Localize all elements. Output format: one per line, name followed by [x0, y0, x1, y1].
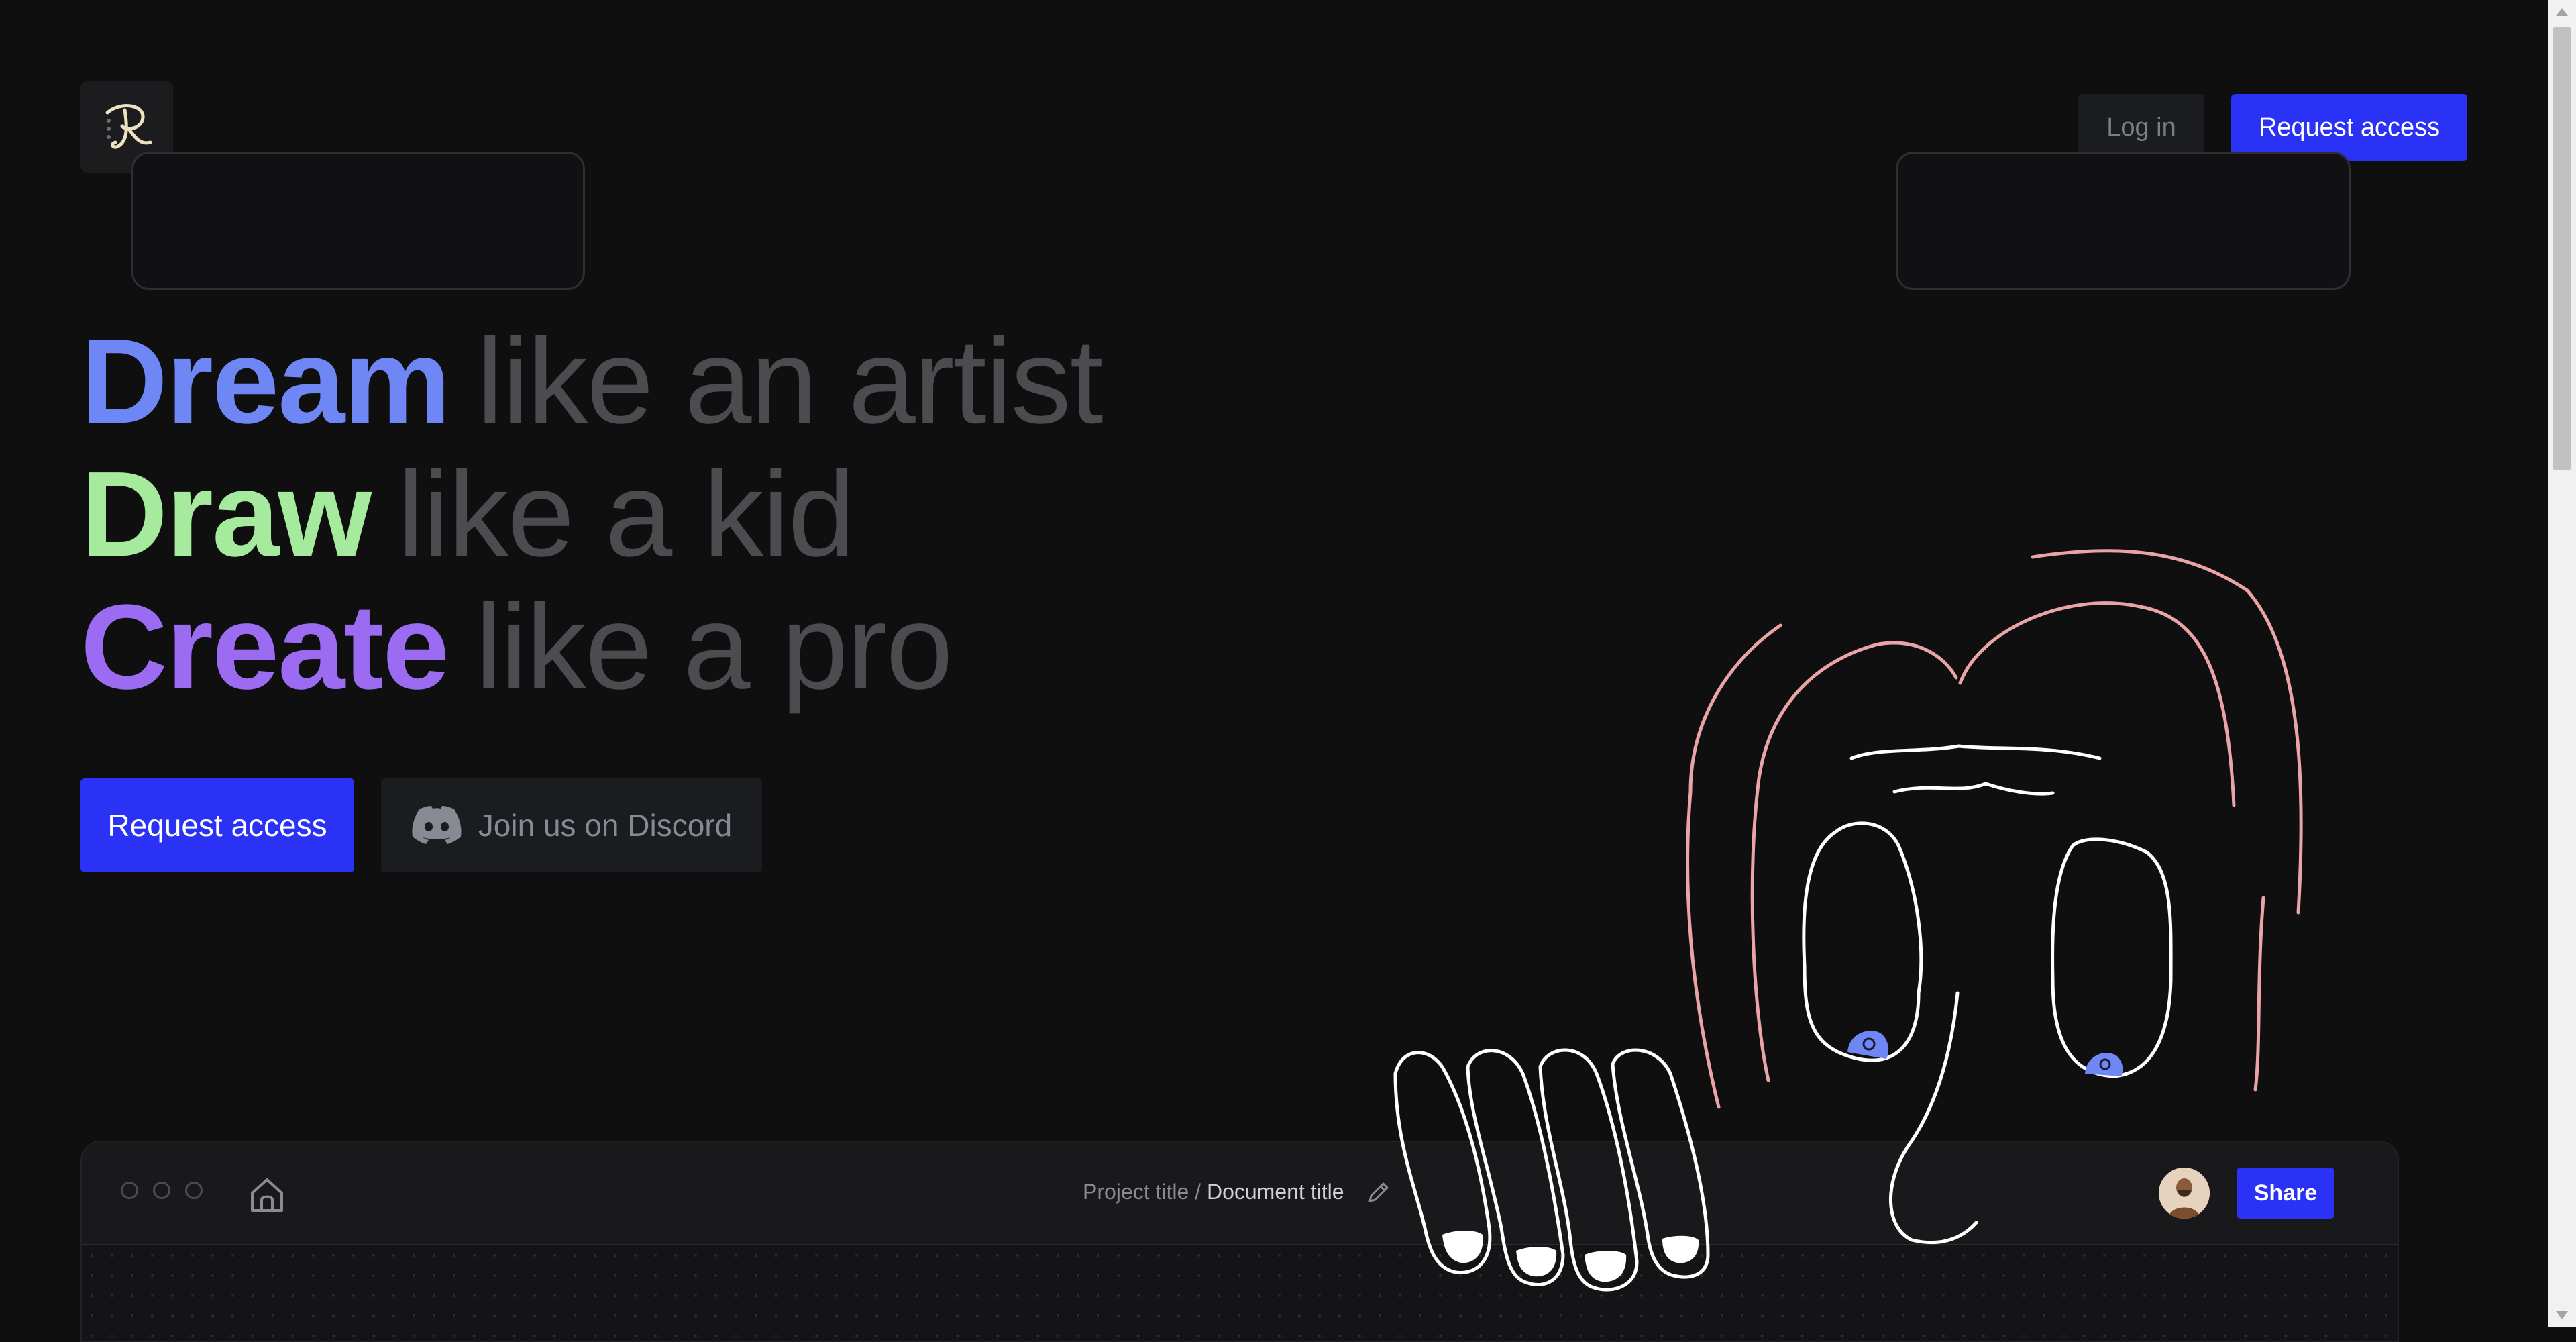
home-icon[interactable] [247, 1174, 287, 1215]
hero-heading: Dream like an artist Draw like a kid Creat… [80, 314, 1104, 714]
login-button[interactable]: Log in [2078, 94, 2204, 161]
hero-word-draw: Draw [80, 447, 372, 582]
canvas-card-left[interactable] [131, 152, 585, 290]
hero-word-dream: Dream [80, 314, 451, 449]
breadcrumb-document[interactable]: Document title [1207, 1180, 1344, 1204]
app-preview-window: Project title / Document title Share [80, 1141, 2399, 1342]
hero-word-create: Create [80, 580, 449, 715]
hero-line-dream: Dream like an artist [80, 314, 1104, 449]
hero-line-draw: Draw like a kid [80, 448, 1102, 581]
hero-line-create: Create like a pro [80, 581, 1102, 714]
avatar[interactable] [2159, 1168, 2210, 1219]
hero-rest-draw: like a kid [397, 447, 855, 582]
request-access-button[interactable]: Request access [2231, 94, 2467, 161]
canvas-card-right[interactable] [1896, 152, 2351, 290]
scroll-down-icon[interactable] [2556, 1311, 2568, 1319]
discord-label: Join us on Discord [478, 808, 733, 843]
scroll-up-icon[interactable] [2556, 8, 2568, 16]
window-dot-close[interactable] [121, 1182, 138, 1199]
hero-request-access-button[interactable]: Request access [80, 778, 354, 872]
avatar-image [2159, 1168, 2210, 1219]
app-toolbar: Project title / Document title Share [82, 1142, 2398, 1245]
discord-icon [412, 806, 462, 844]
window-dot-minimize[interactable] [153, 1182, 170, 1199]
hero-rest-dream: like an artist [476, 314, 1103, 449]
share-button[interactable]: Share [2237, 1168, 2334, 1219]
discord-button[interactable]: Join us on Discord [381, 778, 762, 872]
pencil-icon[interactable] [1364, 1180, 1391, 1206]
breadcrumb-project[interactable]: Project title / [1083, 1180, 1207, 1204]
canvas-area[interactable] [82, 1245, 2398, 1341]
breadcrumb: Project title / Document title [1083, 1180, 1344, 1204]
hero-rest-create: like a pro [475, 580, 953, 715]
window-dot-maximize[interactable] [185, 1182, 203, 1199]
scrollbar-thumb[interactable] [2553, 27, 2571, 470]
scrollbar[interactable] [2548, 0, 2576, 1327]
